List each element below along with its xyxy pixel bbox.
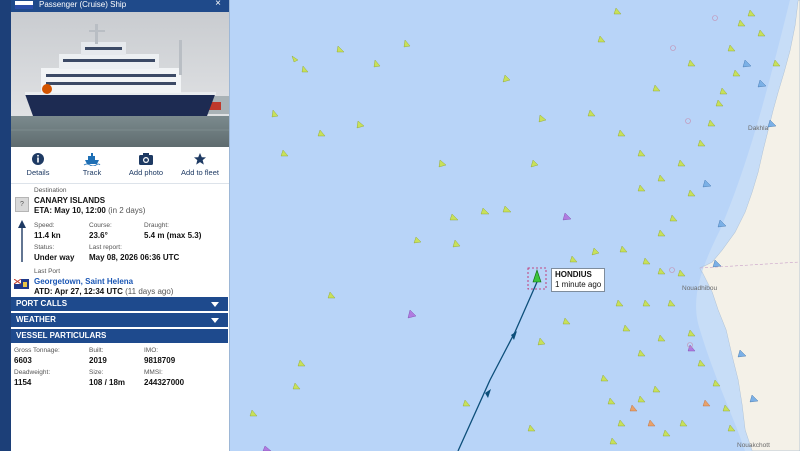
eta-line: ETA: May 10, 12:00 (in 2 days) bbox=[34, 206, 145, 215]
flag-icon bbox=[15, 1, 33, 9]
vessel-type: Passenger (Cruise) Ship bbox=[39, 0, 127, 9]
weather-bar[interactable]: WEATHER bbox=[11, 313, 228, 328]
destination-value: CANARY ISLANDS bbox=[34, 196, 106, 205]
map-vessel-time: 1 minute ago bbox=[555, 280, 602, 289]
imo-value: 9818709 bbox=[144, 356, 176, 365]
atd-line: ATD: Apr 27, 12:34 UTC (11 days ago) bbox=[34, 287, 173, 296]
vessel-particulars-bar[interactable]: VESSEL PARTICULARS bbox=[11, 329, 228, 344]
add-photo-button[interactable]: Add photo bbox=[119, 152, 173, 177]
st-helena-flag-icon bbox=[14, 279, 29, 289]
action-row: Details Track Add photo Add to fleet bbox=[11, 152, 229, 182]
camera-icon bbox=[139, 153, 153, 165]
panel-header: Passenger (Cruise) Ship × bbox=[11, 0, 229, 12]
close-icon[interactable]: × bbox=[215, 0, 221, 9]
size-value: 108 / 18m bbox=[89, 378, 126, 387]
chevron-down-icon bbox=[211, 302, 219, 307]
speed-label: Speed: bbox=[34, 222, 55, 229]
eta-note: (in 2 days) bbox=[108, 206, 146, 215]
last-report-label: Last report: bbox=[89, 244, 122, 251]
atd-value: ATD: Apr 27, 12:34 UTC bbox=[34, 287, 123, 296]
destination-label: Destination bbox=[34, 187, 67, 194]
port-calls-bar[interactable]: PORT CALLS bbox=[11, 297, 228, 312]
info-icon bbox=[32, 153, 44, 165]
eta-value: ETA: May 10, 12:00 bbox=[34, 206, 106, 215]
place-nouakchott: Nouakchott bbox=[737, 442, 770, 449]
map-vessel-name: HONDIUS bbox=[555, 270, 592, 279]
last-port-label: Last Port bbox=[34, 268, 61, 275]
details-button[interactable]: Details bbox=[11, 152, 65, 177]
details-label: Details bbox=[26, 168, 50, 177]
left-toolbar-strip bbox=[0, 0, 11, 451]
draught-label: Draught: bbox=[144, 222, 169, 229]
mmsi-label: MMSI: bbox=[144, 369, 163, 376]
place-nouadhibou: Nouadhibou bbox=[682, 285, 717, 292]
star-icon bbox=[194, 153, 206, 165]
built-label: Built: bbox=[89, 347, 104, 354]
add-to-fleet-label: Add to fleet bbox=[181, 168, 219, 177]
mmsi-value: 244327000 bbox=[144, 378, 185, 387]
size-label: Size: bbox=[89, 369, 104, 376]
deadweight-label: Deadweight: bbox=[14, 369, 51, 376]
vessel-particulars-title: VESSEL PARTICULARS bbox=[16, 331, 107, 340]
vessel-map-label[interactable]: HONDIUS 1 minute ago bbox=[551, 268, 606, 292]
vessel-photo[interactable] bbox=[11, 12, 229, 147]
track-label: Track bbox=[82, 168, 102, 177]
chevron-down-icon bbox=[211, 318, 219, 323]
status-label: Status: bbox=[34, 244, 55, 251]
weather-title: WEATHER bbox=[16, 315, 56, 324]
unknown-flag-icon: ? bbox=[15, 197, 29, 212]
atd-note: (11 days ago) bbox=[125, 287, 174, 296]
add-to-fleet-button[interactable]: Add to fleet bbox=[173, 152, 227, 177]
place-dakhla: Dakhla bbox=[748, 125, 769, 132]
ship-icon bbox=[83, 153, 101, 166]
gross-tonnage-value: 6603 bbox=[14, 356, 32, 365]
status-value: Under way bbox=[34, 253, 75, 262]
deadweight-value: 1154 bbox=[14, 378, 32, 387]
course-label: Course: bbox=[89, 222, 112, 229]
add-photo-label: Add photo bbox=[128, 168, 164, 177]
port-calls-title: PORT CALLS bbox=[16, 299, 68, 308]
vessel-panel: Passenger (Cruise) Ship × Details Track … bbox=[0, 0, 230, 451]
draught-value: 5.4 m (max 5.3) bbox=[144, 231, 202, 240]
imo-label: IMO: bbox=[144, 347, 159, 354]
track-button[interactable]: Track bbox=[65, 152, 119, 177]
speed-value: 11.4 kn bbox=[34, 231, 61, 240]
heading-arrow-icon bbox=[18, 220, 26, 262]
gross-tonnage-label: Gross Tonnage: bbox=[14, 347, 60, 354]
voyage-section: Destination ? CANARY ISLANDS ETA: May 10… bbox=[11, 183, 229, 296]
course-value: 23.6° bbox=[89, 231, 108, 240]
particulars-section: Gross Tonnage: 6603 Built: 2019 IMO: 981… bbox=[11, 344, 229, 394]
last-report-value: May 08, 2026 06:36 UTC bbox=[89, 253, 180, 262]
last-port-link[interactable]: Georgetown, Saint Helena bbox=[34, 277, 133, 286]
built-value: 2019 bbox=[89, 356, 107, 365]
